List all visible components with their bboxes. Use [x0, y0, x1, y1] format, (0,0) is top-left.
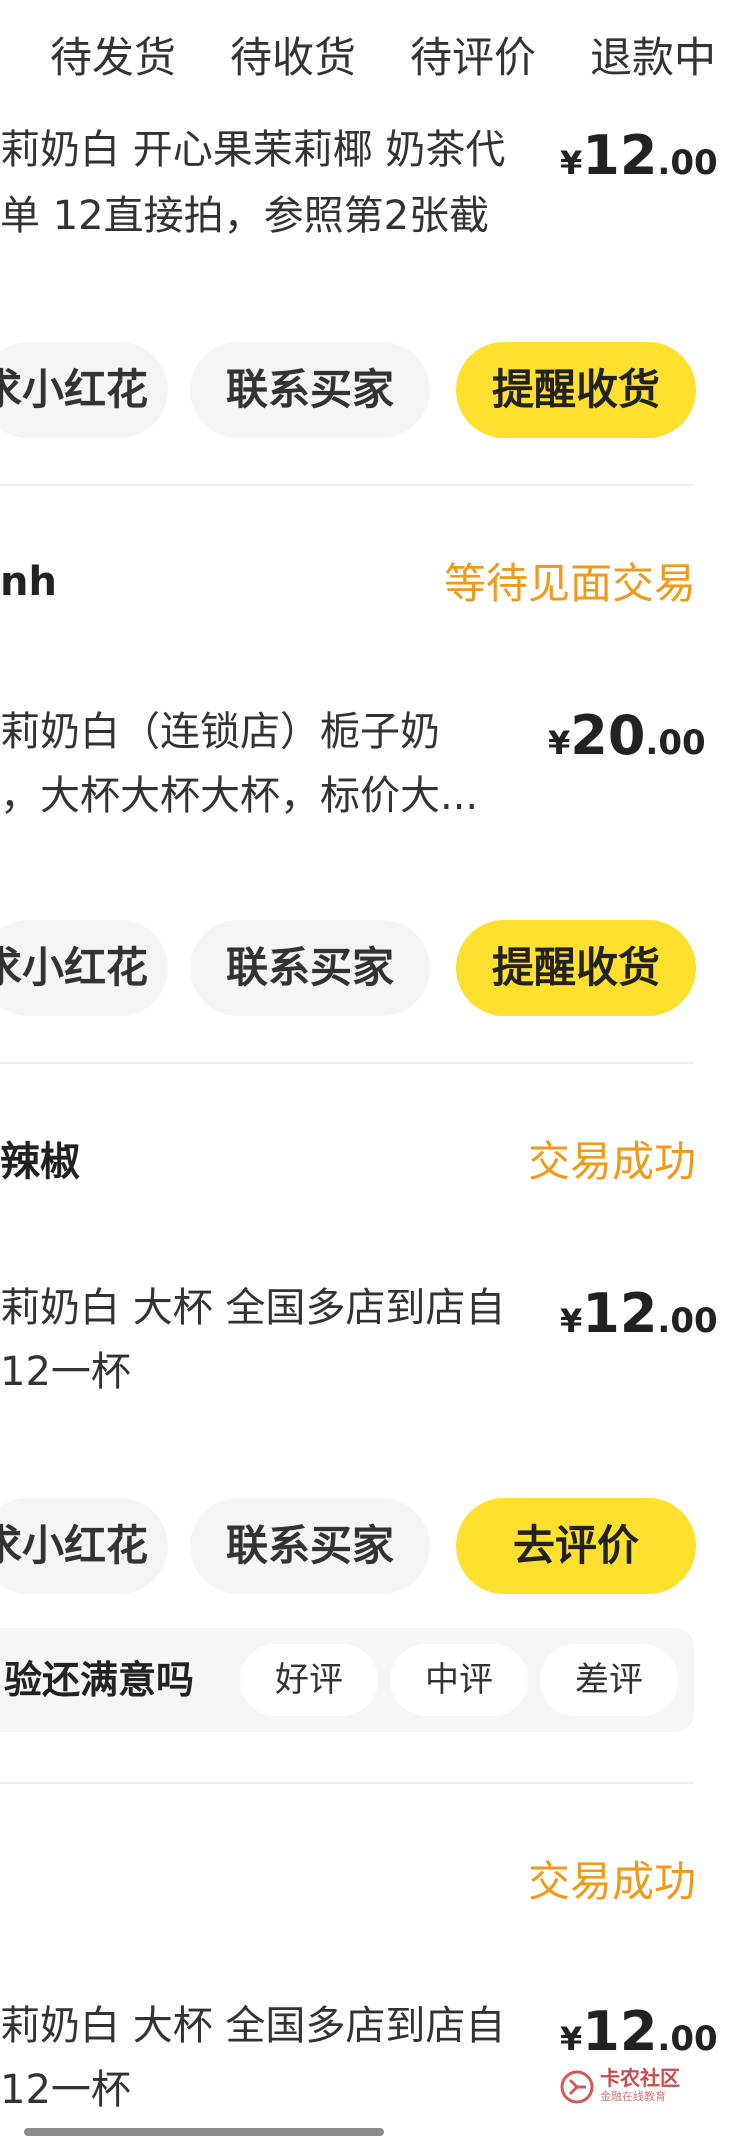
price-decimal: .00 — [657, 1301, 718, 1341]
watermark: 卡农社区 金融在线教育 — [560, 2066, 690, 2110]
order-status-tabs: 待发货 待收货 待评价 退款中 — [0, 0, 742, 120]
order-status: 交易成功 — [528, 1857, 697, 1906]
contact-buyer-button[interactable]: 联系买家 — [190, 342, 430, 438]
price-integer: 20 — [570, 704, 646, 767]
rating-neutral-button[interactable]: 中评 — [390, 1644, 528, 1716]
divider — [0, 484, 694, 486]
order-3-title-line-2: 12一杯 — [0, 1349, 131, 1395]
order-2-title-line-2: ，大杯大杯大杯，标价大... — [0, 773, 479, 819]
order-4-title-line-2: 12一杯 — [0, 2067, 131, 2113]
price-integer: 12 — [582, 124, 658, 187]
tab-refunding[interactable]: 退款中 — [590, 28, 716, 88]
price-decimal: .00 — [645, 723, 706, 763]
rating-prompt: 验还满意吗 好评 中评 差评 — [0, 1628, 694, 1732]
divider — [0, 1062, 694, 1064]
currency-symbol: ¥ — [560, 144, 583, 182]
order-4-price: ¥12.00 — [560, 2002, 718, 2075]
price-integer: 12 — [582, 1282, 658, 1345]
order-1-title-line-2: 单 12直接拍，参照第2张截 — [0, 193, 490, 239]
divider — [0, 1782, 694, 1784]
currency-symbol: ¥ — [560, 1302, 583, 1340]
remind-receipt-button[interactable]: 提醒收货 — [456, 920, 696, 1016]
tab-to-ship[interactable]: 待发货 — [50, 28, 176, 88]
order-1-title-line-1: 莉奶白 开心果茉莉椰 奶茶代 — [0, 127, 506, 173]
currency-symbol: ¥ — [548, 724, 571, 762]
rating-bad-button[interactable]: 差评 — [540, 1644, 678, 1716]
watermark-logo-icon — [560, 2070, 594, 2104]
rating-good-button[interactable]: 好评 — [240, 1644, 378, 1716]
home-indicator[interactable] — [24, 2128, 384, 2136]
contact-buyer-button[interactable]: 联系买家 — [190, 1498, 430, 1594]
currency-symbol: ¥ — [560, 2020, 583, 2058]
ask-flower-button[interactable]: 求小红花 — [0, 342, 168, 438]
rating-question: 验还满意吗 — [4, 1658, 195, 1702]
ask-flower-button[interactable]: 求小红花 — [0, 920, 168, 1016]
order-4-title-line-1: 莉奶白 大杯 全国多店到店自 — [0, 2003, 506, 2049]
order-1-price: ¥12.00 — [560, 126, 718, 199]
order-status: 等待见面交易 — [444, 559, 697, 608]
contact-buyer-button[interactable]: 联系买家 — [190, 920, 430, 1016]
watermark-name: 卡农社区 — [600, 2066, 680, 2090]
price-integer: 12 — [582, 2000, 658, 2063]
watermark-tagline: 金融在线教育 — [600, 2090, 666, 2103]
price-decimal: .00 — [657, 2019, 718, 2059]
order-3-title-line-1: 莉奶白 大杯 全国多店到店自 — [0, 1285, 506, 1331]
order-2-price: ¥20.00 — [548, 706, 706, 779]
order-3-price: ¥12.00 — [560, 1284, 718, 1357]
ask-flower-button[interactable]: 求小红花 — [0, 1498, 168, 1594]
seller-name: 辣椒 — [0, 1139, 80, 1185]
order-2-title-line-1: 莉奶白（连锁店）栀子奶 — [0, 709, 440, 755]
order-status: 交易成功 — [528, 1137, 697, 1186]
tab-to-review[interactable]: 待评价 — [410, 28, 536, 88]
write-review-button[interactable]: 去评价 — [456, 1498, 696, 1594]
price-decimal: .00 — [657, 143, 718, 183]
remind-receipt-button[interactable]: 提醒收货 — [456, 342, 696, 438]
tab-to-receive[interactable]: 待收货 — [230, 28, 356, 88]
seller-name: nh — [0, 559, 57, 605]
